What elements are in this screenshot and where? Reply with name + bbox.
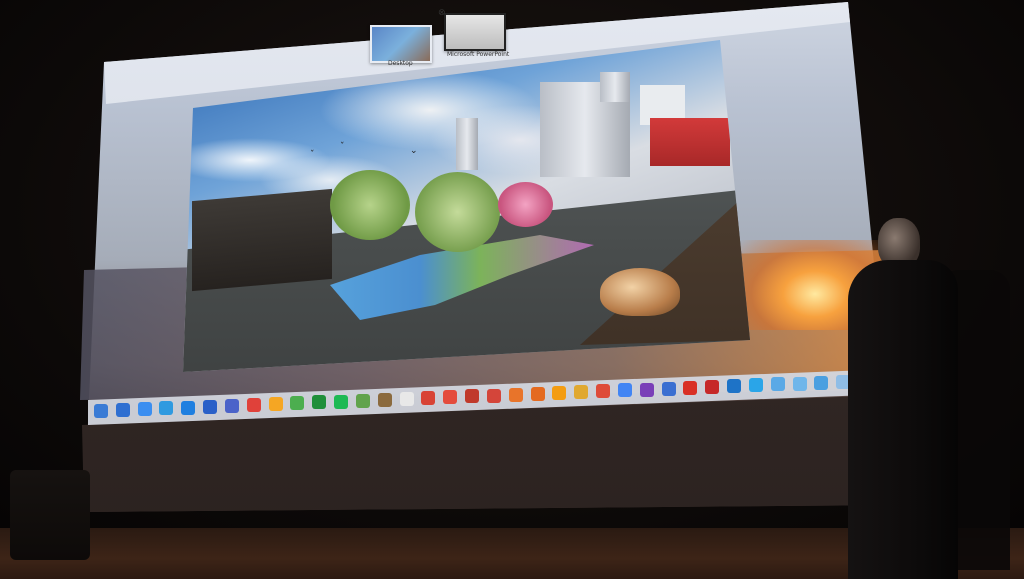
dock-app-icon[interactable] xyxy=(748,378,763,393)
dock-app-icon[interactable] xyxy=(574,385,589,400)
dock-app-icon[interactable] xyxy=(465,389,480,404)
dock-app-icon[interactable] xyxy=(203,399,218,414)
bird-icon: ˇ xyxy=(310,150,315,160)
dock-app-icon[interactable] xyxy=(377,392,392,407)
dock-app-icon[interactable] xyxy=(792,376,807,391)
dock-app-icon[interactable] xyxy=(94,404,108,418)
slide-tree xyxy=(415,172,500,252)
dock-app-icon[interactable] xyxy=(705,380,720,394)
slide-bollard xyxy=(600,268,680,316)
dock-app-icon[interactable] xyxy=(508,387,523,402)
dock-app-icon[interactable] xyxy=(552,386,567,400)
close-icon[interactable]: ⊗ xyxy=(438,8,446,18)
slide-tree xyxy=(330,170,410,240)
slide-building xyxy=(456,118,478,170)
dock-app-icon[interactable] xyxy=(399,392,414,406)
bird-icon: ⌄ xyxy=(410,146,418,156)
dock-app-icon[interactable] xyxy=(727,379,742,394)
dock-app-icon[interactable] xyxy=(530,386,545,401)
slide-pier xyxy=(192,188,332,292)
dock-app-icon[interactable] xyxy=(355,393,370,408)
dock-app-icon[interactable] xyxy=(246,398,261,412)
photo-scene: ⊗ Desktop Microsoft PowerPoint ⌄ ˇ ˇ xyxy=(0,0,1024,579)
dock-app-icon[interactable] xyxy=(421,391,436,406)
slide-tree-blossom xyxy=(498,182,553,227)
dock-app-icon[interactable] xyxy=(159,401,174,416)
bird-icon: ˇ xyxy=(340,142,345,152)
dock-app-icon[interactable] xyxy=(334,394,349,409)
presenter-body xyxy=(848,260,958,579)
slide-building-red xyxy=(650,118,730,166)
dock-app-icon[interactable] xyxy=(596,384,611,399)
dock-app-icon[interactable] xyxy=(443,390,458,405)
dock-app-icon[interactable] xyxy=(181,400,196,415)
space-thumbnail-desktop[interactable] xyxy=(370,25,432,63)
slide-building xyxy=(600,72,630,102)
dock-app-icon[interactable] xyxy=(661,381,676,396)
space-thumbnail-powerpoint[interactable] xyxy=(444,13,506,51)
dock-app-icon[interactable] xyxy=(683,380,698,395)
dock-app-icon[interactable] xyxy=(290,396,305,411)
dock-app-icon[interactable] xyxy=(312,395,327,410)
dock-app-icon[interactable] xyxy=(770,377,785,392)
dock-app-icon[interactable] xyxy=(115,403,130,418)
dock-app-icon[interactable] xyxy=(268,397,283,412)
dock-app-icon[interactable] xyxy=(137,402,152,417)
stage-chair xyxy=(10,470,90,560)
space-label-powerpoint: Microsoft PowerPoint xyxy=(447,51,510,58)
dock-app-icon[interactable] xyxy=(224,398,239,413)
space-label-desktop: Desktop xyxy=(388,60,413,67)
dock-app-icon[interactable] xyxy=(617,383,632,398)
dock-app-icon[interactable] xyxy=(814,375,829,390)
dock-app-icon[interactable] xyxy=(639,382,654,397)
presenter-silhouette xyxy=(848,218,958,579)
dock-app-icon[interactable] xyxy=(486,388,501,403)
